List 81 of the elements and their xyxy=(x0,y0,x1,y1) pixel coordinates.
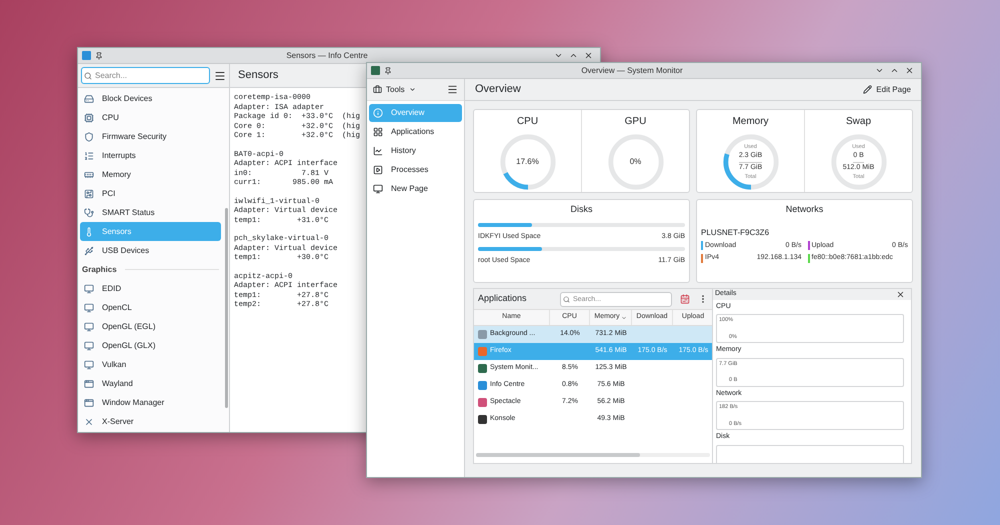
search-field[interactable]: Search... xyxy=(81,67,210,84)
app-icon xyxy=(371,66,380,75)
sidebar-item[interactable]: Block Devices xyxy=(80,89,221,108)
sidebar-item[interactable]: Interrupts xyxy=(80,146,221,165)
caret-icon xyxy=(408,86,416,93)
sidebar-item[interactable]: Window Manager xyxy=(80,393,221,412)
category-icon xyxy=(84,398,94,408)
window-title: Sensors — Info Centre xyxy=(285,50,369,62)
nav-icon xyxy=(373,126,383,136)
menu-icon[interactable] xyxy=(214,70,226,82)
menu-icon[interactable] xyxy=(447,84,458,95)
sidebar-item[interactable]: PCI xyxy=(80,184,221,203)
minimize-icon[interactable] xyxy=(875,66,884,75)
nav-item[interactable]: Applications xyxy=(369,122,462,140)
maximize-icon[interactable] xyxy=(569,51,578,60)
sidebar-item[interactable]: SMART Status xyxy=(80,203,221,222)
pin-icon[interactable] xyxy=(95,52,103,60)
category-icon xyxy=(84,416,94,426)
category-icon xyxy=(84,360,94,370)
nav-icon xyxy=(373,146,383,156)
gauge-title: GPU xyxy=(624,115,646,129)
search-icon xyxy=(84,72,92,80)
sidebar-item[interactable]: OpenCL xyxy=(80,298,221,317)
category-icon xyxy=(84,284,94,294)
section-heading: Graphics xyxy=(82,264,117,276)
sidebar-item[interactable]: OpenGL (GLX) xyxy=(80,336,221,355)
category-icon xyxy=(84,132,94,142)
calendar-icon[interactable] xyxy=(680,294,690,304)
sidebar-item[interactable]: CPU xyxy=(80,108,221,127)
close-icon[interactable] xyxy=(905,66,914,75)
briefcase-icon xyxy=(373,85,382,94)
window-title: Overview — System Monitor xyxy=(580,64,684,76)
gauge-title: CPU xyxy=(516,115,538,129)
search-icon xyxy=(563,296,570,302)
scrollbar-handle[interactable] xyxy=(224,208,228,408)
category-icon xyxy=(84,226,94,236)
sidebar-item[interactable]: EDID xyxy=(80,279,221,298)
minimize-icon[interactable] xyxy=(554,51,563,60)
pin-icon[interactable] xyxy=(384,66,392,74)
gauge-reading: 0% xyxy=(630,156,642,168)
card-title: Networks xyxy=(784,203,824,216)
category-icon xyxy=(84,150,94,160)
close-icon[interactable] xyxy=(584,51,593,60)
scrollbar-handle[interactable] xyxy=(476,453,640,457)
app-icon xyxy=(82,51,91,60)
nav-item[interactable]: Processes xyxy=(369,160,462,178)
category-icon xyxy=(84,170,94,180)
pencil-icon xyxy=(863,85,872,94)
network-name: PLUSNET-F9C3Z6 xyxy=(701,226,770,238)
gauge-reading: 17.6% xyxy=(516,156,539,168)
gauge-title: Memory xyxy=(732,115,769,129)
category-icon xyxy=(84,188,94,198)
sidebar-item[interactable]: Wayland xyxy=(80,374,221,393)
nav-item[interactable]: History xyxy=(369,142,462,160)
sidebar-item[interactable]: X-Server xyxy=(80,412,221,431)
category-icon xyxy=(84,112,94,122)
sidebar-item[interactable]: Vulkan xyxy=(80,355,221,374)
page-title: Overview xyxy=(475,82,521,98)
category-icon xyxy=(84,208,94,218)
panel-title: Applications xyxy=(478,292,528,306)
category-icon xyxy=(84,340,94,350)
nav-icon xyxy=(373,108,383,118)
sidebar-item[interactable]: OpenGL (EGL) xyxy=(80,317,221,336)
category-icon xyxy=(84,322,94,332)
sidebar-item[interactable]: Memory xyxy=(80,165,221,184)
gauge-title: Swap xyxy=(846,115,871,129)
close-icon[interactable] xyxy=(896,290,905,299)
nav-icon xyxy=(373,164,383,174)
sort-caret-icon xyxy=(620,314,627,320)
nav-icon xyxy=(373,184,383,194)
sidebar-item[interactable]: USB Devices xyxy=(80,241,221,260)
sidebar-item[interactable]: Firmware Security xyxy=(80,127,221,146)
category-icon xyxy=(84,302,94,312)
maximize-icon[interactable] xyxy=(890,66,899,75)
category-icon xyxy=(84,378,94,388)
edit-page-button[interactable]: Edit Page xyxy=(863,84,911,96)
category-icon xyxy=(84,246,94,256)
page-title: Sensors xyxy=(238,68,278,84)
nav-item[interactable]: New Page xyxy=(369,180,462,198)
category-icon xyxy=(84,94,94,104)
card-title: Disks xyxy=(570,203,594,216)
